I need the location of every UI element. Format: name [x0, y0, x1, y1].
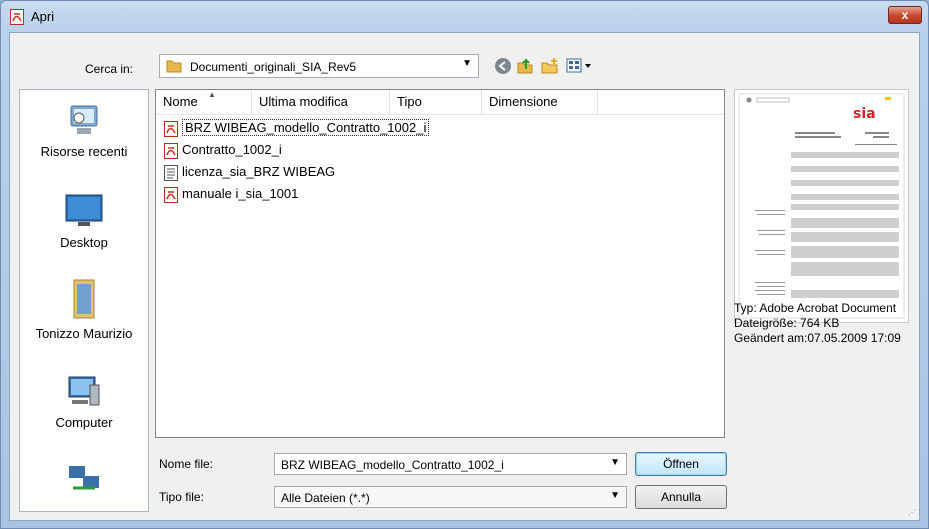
window-title: Apri [31, 9, 55, 24]
computer-icon [68, 376, 100, 406]
view-menu-icon[interactable] [566, 57, 594, 75]
new-folder-icon[interactable] [541, 57, 559, 75]
resize-grip-icon[interactable]: ⋰ [908, 508, 916, 517]
chevron-down-icon: ▼ [462, 58, 472, 69]
open-button[interactable]: Öffnen [635, 452, 727, 476]
place-network[interactable] [20, 462, 148, 502]
lookin-combo[interactable]: Documenti_originali_SIA_Rev5 ▼ [159, 54, 479, 78]
filename-label: Nome file: [159, 457, 214, 471]
desktop-icon [65, 194, 103, 226]
list-item[interactable]: manuale i_sia_1001 [163, 184, 298, 204]
file-name: manuale i_sia_1001 [182, 186, 299, 201]
file-list[interactable]: ▲ Nome Ultima modifica Tipo Dimensione B… [155, 89, 725, 438]
column-name[interactable]: ▲ Nome [156, 90, 252, 114]
place-label: Tonizzo Maurizio [35, 326, 133, 341]
user-folder-icon [73, 279, 95, 319]
lookin-folder: Documenti_originali_SIA_Rev5 [190, 60, 357, 74]
file-name: BRZ WIBEAG_modello_Contratto_1002_i [182, 119, 430, 136]
sia-logo: sia [853, 106, 876, 122]
pdf-icon [10, 9, 24, 25]
place-recent[interactable]: Risorse recenti [20, 100, 148, 160]
filetype-select[interactable]: Alle Dateien (*.*) ▼ [274, 486, 627, 508]
preview-type: Typ: Adobe Acrobat Document [734, 301, 897, 315]
filetype-value: Alle Dateien (*.*) [281, 491, 370, 505]
column-modified[interactable]: Ultima modifica [252, 90, 390, 114]
recent-places-icon [70, 105, 98, 134]
open-dialog-window: Apri x Cerca in: Documenti_originali_SIA… [0, 0, 929, 529]
sort-ascending-icon: ▲ [208, 90, 216, 99]
list-item[interactable]: licenza_sia_BRZ WIBEAG [163, 162, 335, 182]
list-item[interactable]: BRZ WIBEAG_modello_Contratto_1002_i [163, 118, 430, 138]
pdf-icon [164, 142, 178, 159]
document-icon [164, 164, 178, 181]
column-size[interactable]: Dimensione [482, 90, 598, 114]
close-icon: x [901, 8, 909, 22]
up-folder-icon[interactable] [516, 57, 534, 75]
back-icon[interactable] [494, 57, 512, 75]
pdf-icon [164, 186, 178, 203]
title-bar[interactable]: Apri x [1, 1, 928, 31]
place-label: Computer [55, 415, 113, 430]
place-label: Risorse recenti [40, 144, 128, 159]
file-name: Contratto_1002_i [182, 142, 282, 157]
list-item[interactable]: Contratto_1002_i [163, 140, 282, 160]
cancel-button[interactable]: Annulla [635, 485, 727, 509]
folder-icon [166, 60, 182, 73]
pdf-icon [164, 120, 178, 137]
column-type[interactable]: Tipo [390, 90, 482, 114]
network-icon [69, 466, 99, 490]
file-name: licenza_sia_BRZ WIBEAG [182, 164, 336, 179]
preview-size: Dateigröße: 764 KB [734, 316, 840, 330]
place-desktop[interactable]: Desktop [20, 193, 148, 251]
filename-value: BRZ WIBEAG_modello_Contratto_1002_i [281, 458, 504, 472]
column-header: ▲ Nome Ultima modifica Tipo Dimensione [156, 90, 724, 115]
filename-input[interactable]: BRZ WIBEAG_modello_Contratto_1002_i ▼ [274, 453, 627, 475]
place-label: Desktop [60, 235, 108, 250]
dialog-client: Cerca in: Documenti_originali_SIA_Rev5 ▼ [9, 32, 920, 521]
lookin-label: Cerca in: [85, 62, 134, 76]
preview-modified: Geändert am:07.05.2009 17:09 [734, 331, 901, 345]
filetype-label: Tipo file: [159, 490, 204, 504]
preview-pane: sia [734, 89, 909, 323]
chevron-down-icon: ▼ [610, 490, 620, 501]
document-preview-thumbnail: sia [738, 93, 905, 319]
preview-info: Typ: Adobe Acrobat Document Dateigröße: … [734, 301, 901, 346]
place-user[interactable]: Tonizzo Maurizio [20, 278, 148, 342]
place-computer[interactable]: Computer [20, 373, 148, 431]
close-button[interactable]: x [888, 6, 922, 24]
chevron-down-icon[interactable]: ▼ [610, 457, 620, 468]
places-bar: Risorse recenti Desktop Tonizzo Maurizio [19, 89, 149, 512]
